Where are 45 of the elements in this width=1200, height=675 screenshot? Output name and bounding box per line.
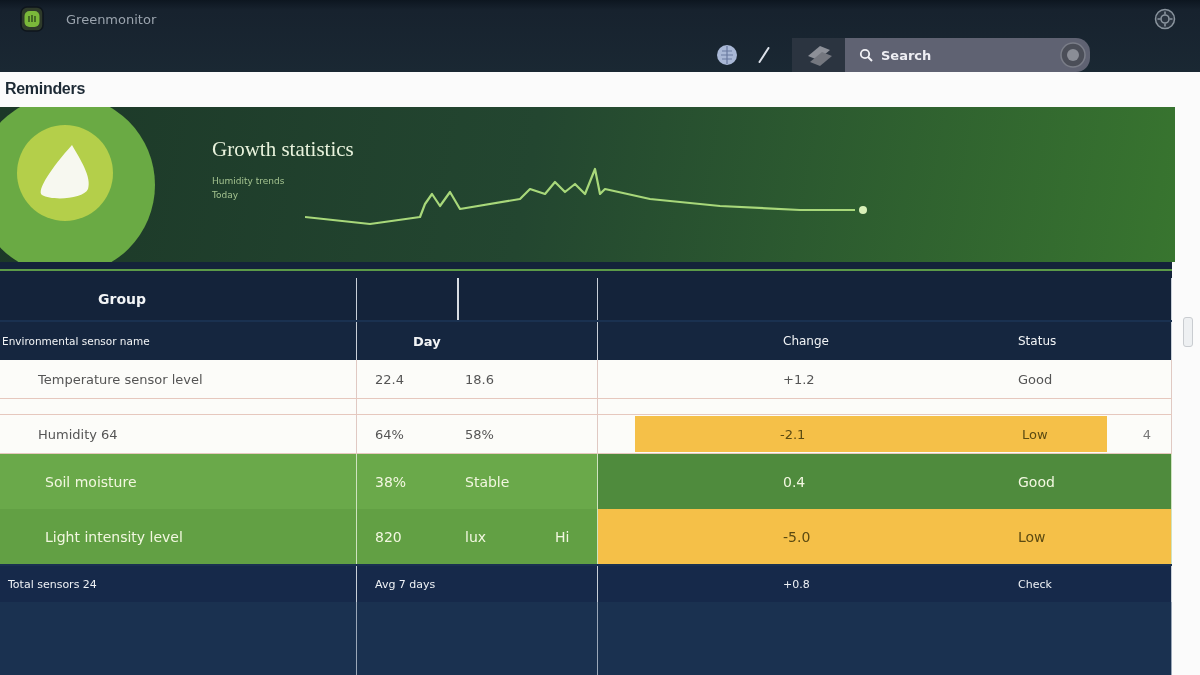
table-cell-text: lux (465, 528, 488, 545)
table-cell-text: 0.4 (783, 473, 807, 490)
table-cell-text: Total sensors 24 (7, 577, 97, 591)
table-cell: Good (1018, 473, 1055, 490)
table-cell-text: 64% (375, 426, 405, 442)
table-cell: Stable (465, 473, 510, 490)
column-header: Day (412, 333, 441, 349)
scrollbar[interactable] (1182, 317, 1193, 347)
trend-label: Humidity trends (212, 176, 286, 186)
trend-label: Today (212, 190, 240, 200)
table-cell: 18.6 (465, 371, 494, 387)
circle-icon[interactable] (1060, 42, 1086, 68)
table-cell-text: +1.2 (783, 371, 816, 387)
page-title: Reminders (5, 79, 85, 98)
row-note: 4 (1142, 426, 1151, 442)
table-cell-text: -2.1 (780, 426, 807, 442)
table-cell-text: 38% (375, 473, 408, 490)
table-cell: Low (1018, 528, 1046, 545)
table-cell: Low (1022, 426, 1048, 442)
table-cell-text: Humidity 64 (37, 426, 118, 442)
table-cell-text: Temperature sensor level (37, 371, 203, 387)
app-title: Greenmonitor (66, 11, 157, 27)
table-cell: Good (1018, 371, 1053, 387)
column-header: Environmental sensor name (1, 335, 150, 347)
column-header: Status (1018, 334, 1057, 348)
layers-icon[interactable] (792, 38, 845, 72)
globe-icon[interactable] (716, 44, 738, 66)
column-header: Change (783, 334, 830, 348)
table-cell-text: +0.8 (783, 577, 811, 591)
table-cell-text: 820 (375, 528, 403, 545)
table-cell: Avg 7 days (375, 577, 436, 591)
banner-title: Growth statistics (212, 137, 355, 161)
column-header: Group (97, 291, 146, 307)
table-cell-text: Soil moisture (44, 473, 137, 490)
logo-icon (20, 6, 44, 32)
table-cell: 58% (465, 426, 494, 442)
search-icon (859, 48, 873, 62)
table-cell-text: -5.0 (783, 528, 812, 545)
table-cell: Hi (555, 528, 570, 545)
table-cell-text: 22.4 (375, 371, 405, 387)
table-cell-text: Light intensity level (44, 528, 183, 545)
table-cell: Check (1018, 577, 1052, 591)
pen-icon[interactable] (758, 47, 770, 63)
search-field[interactable]: Search (845, 38, 1090, 72)
settings-icon[interactable] (1154, 8, 1176, 30)
